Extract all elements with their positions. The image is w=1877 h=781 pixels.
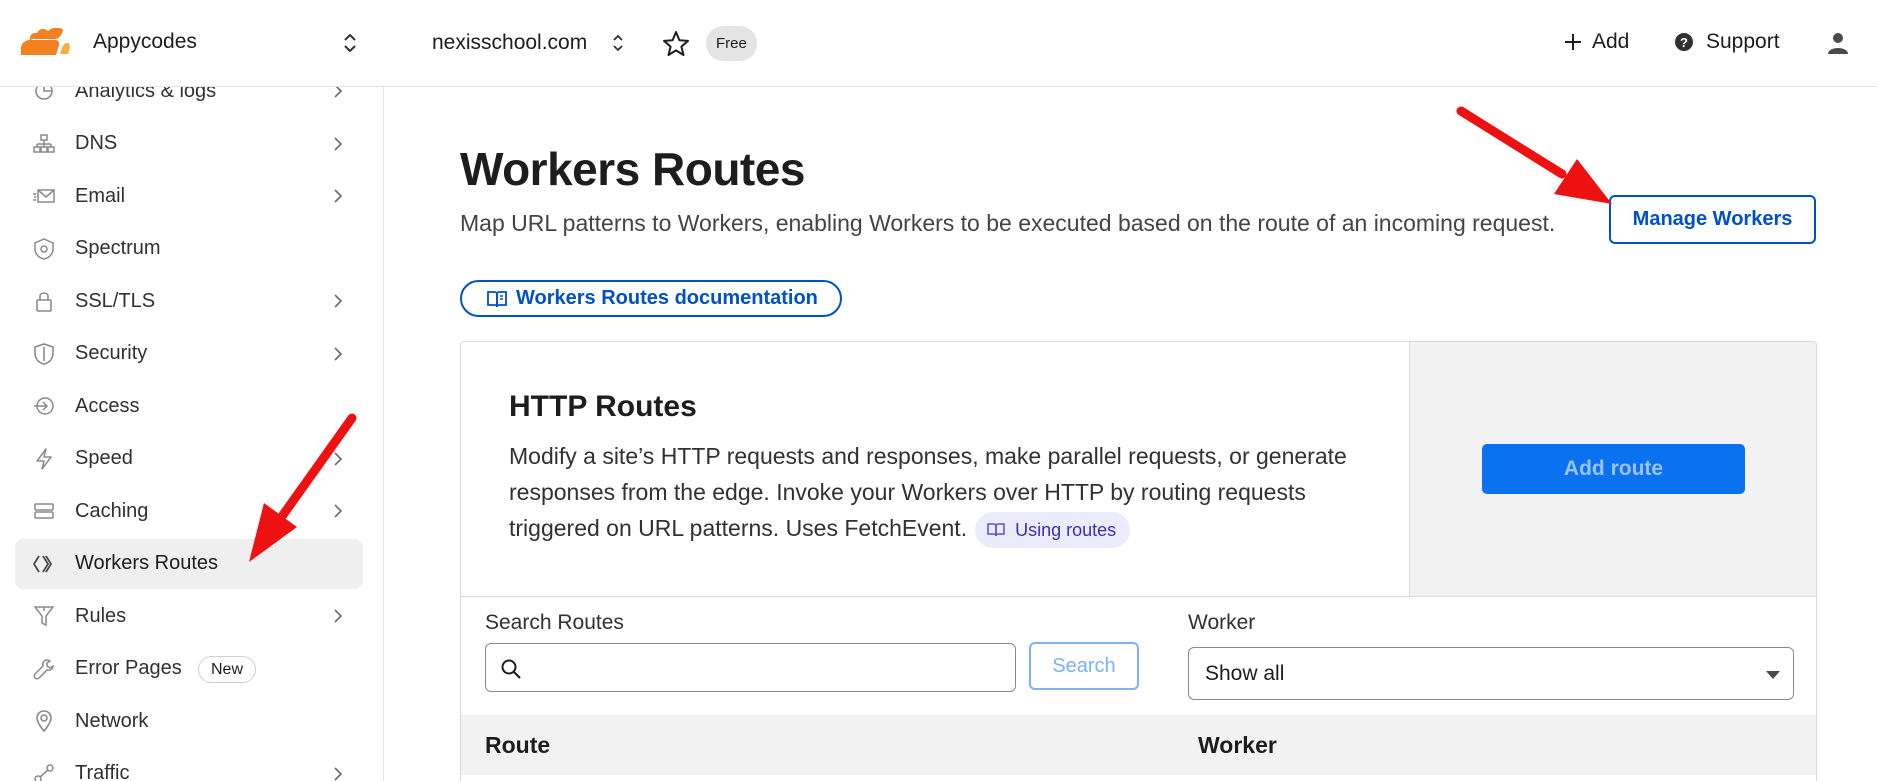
access-icon — [34, 397, 54, 415]
manage-workers-button[interactable]: Manage Workers — [1609, 195, 1816, 244]
sidebar-item-label: Caching — [75, 499, 149, 522]
search-icon — [501, 659, 521, 679]
doc-link-label: Workers Routes documentation — [516, 287, 818, 309]
sidebar-item-spectrum[interactable]: Spectrum — [15, 224, 363, 274]
workers-routes-documentation-link[interactable]: Workers Routes documentation — [460, 280, 842, 317]
user-icon[interactable] — [1826, 31, 1850, 55]
http-routes-card: HTTP Routes Modify a site’s HTTP request… — [460, 341, 1817, 781]
sidebar: Analytics & logs DNS Email Spectrum SSL/TLS S… — [0, 0, 384, 781]
chevron-right-icon — [334, 504, 343, 518]
sidebar-item-caching[interactable]: Caching — [15, 486, 363, 536]
star-icon[interactable] — [662, 30, 690, 58]
chevron-right-icon — [334, 346, 343, 361]
sidebar-item-email[interactable]: Email — [15, 171, 363, 221]
plus-icon — [1565, 34, 1581, 50]
wrench-icon — [33, 658, 54, 679]
chevron-right-icon — [334, 451, 343, 466]
http-routes-description-text: Modify a site’s HTTP requests and respon… — [509, 443, 1347, 541]
page-description: Map URL patterns to Workers, enabling Wo… — [460, 210, 1556, 236]
using-routes-link[interactable]: Using routes — [975, 511, 1131, 548]
sidebar-item-error-pages[interactable]: Error Pages New — [15, 644, 363, 694]
using-routes-label: Using routes — [1015, 519, 1117, 540]
add-button[interactable]: Add — [1562, 30, 1629, 54]
add-route-button[interactable]: Add route — [1482, 444, 1745, 494]
support-label: Support — [1706, 30, 1780, 53]
zone-name[interactable]: nexisschool.com — [432, 31, 587, 55]
sidebar-item-label: Email — [75, 184, 126, 207]
http-routes-title: HTTP Routes — [509, 390, 697, 423]
sidebar-item-label: SSL/TLS — [75, 289, 156, 312]
shield-icon — [34, 342, 54, 365]
sidebar-item-label: Speed — [75, 447, 133, 469]
location-pin-icon — [36, 710, 52, 732]
sidebar-item-network[interactable]: Network — [15, 696, 363, 746]
http-routes-header: HTTP Routes Modify a site’s HTTP request… — [461, 342, 1816, 597]
worker-select[interactable]: Show all — [1188, 647, 1794, 700]
chevron-right-icon — [334, 294, 343, 308]
sidebar-item-label: Spectrum — [75, 237, 161, 259]
book-icon — [487, 290, 507, 307]
help-icon: ? — [1675, 33, 1693, 51]
caching-icon — [34, 503, 54, 519]
worker-filter-label: Worker — [1188, 611, 1256, 634]
sidebar-item-traffic[interactable]: Traffic — [15, 749, 363, 781]
sidebar-item-workers-routes[interactable]: Workers Routes — [15, 538, 363, 589]
cloudflare-logo-icon — [20, 28, 70, 55]
sidebar-item-label: Traffic — [75, 762, 130, 781]
sidebar-item-label: Security — [75, 342, 148, 364]
lock-icon — [36, 292, 52, 312]
sidebar-item-label: Network — [75, 709, 149, 732]
sidebar-item-label: Workers Routes — [75, 552, 219, 574]
chevron-right-icon — [334, 609, 343, 623]
new-badge: New — [198, 655, 257, 683]
sidebar-item-label: Access — [75, 394, 140, 417]
zone-switch-icon[interactable] — [610, 31, 626, 55]
traffic-icon — [34, 763, 54, 781]
chevron-right-icon — [334, 189, 343, 203]
add-label: Add — [1592, 30, 1630, 53]
book-icon — [987, 523, 1005, 537]
plan-badge: Free — [706, 26, 757, 61]
account-switcher[interactable]: Appycodes — [0, 0, 384, 87]
sidebar-item-dns[interactable]: DNS — [15, 119, 363, 169]
http-routes-info: HTTP Routes Modify a site’s HTTP request… — [461, 342, 1410, 596]
routes-table-header: Route Worker — [461, 715, 1816, 775]
svg-text:?: ? — [1680, 35, 1688, 50]
account-switch-icon[interactable] — [340, 29, 360, 57]
search-routes-input[interactable] — [534, 644, 1004, 691]
main-content: Workers Routes Map URL patterns to Worke… — [384, 88, 1877, 781]
top-bar: nexisschool.com Free Add ? Support — [384, 0, 1877, 87]
spectrum-icon — [34, 237, 54, 260]
lightning-icon — [36, 447, 52, 470]
chevron-right-icon — [334, 136, 343, 151]
worker-select-value: Show all — [1205, 662, 1285, 685]
routes-filters: Search Routes Search Worker Show all — [461, 597, 1816, 715]
caret-down-icon — [1766, 671, 1780, 679]
sidebar-item-label: DNS — [75, 132, 118, 154]
search-routes-label: Search Routes — [485, 611, 624, 634]
page-title: Workers Routes — [460, 143, 805, 195]
email-icon — [33, 189, 55, 203]
dns-icon — [33, 133, 55, 153]
sidebar-item-speed[interactable]: Speed — [15, 434, 363, 484]
http-routes-actions: Add route — [1410, 342, 1816, 596]
sidebar-item-label: Rules — [75, 604, 127, 627]
chevron-right-icon — [334, 766, 343, 781]
sidebar-item-access[interactable]: Access — [15, 381, 363, 431]
support-button[interactable]: ? Support — [1674, 30, 1780, 54]
column-header-route[interactable]: Route — [485, 732, 550, 759]
column-header-worker[interactable]: Worker — [1198, 732, 1277, 759]
http-routes-description: Modify a site’s HTTP requests and respon… — [509, 438, 1369, 548]
account-name: Appycodes — [93, 30, 197, 53]
sidebar-item-label: Error Pages — [75, 657, 182, 679]
sidebar-item-ssl-tls[interactable]: SSL/TLS — [15, 276, 363, 326]
sidebar-item-security[interactable]: Security — [15, 329, 363, 379]
workers-icon — [33, 555, 53, 572]
search-button[interactable]: Search — [1029, 642, 1139, 690]
sidebar-item-rules[interactable]: Rules — [15, 591, 363, 641]
search-routes-field[interactable] — [485, 643, 1016, 692]
rules-icon — [33, 606, 55, 627]
